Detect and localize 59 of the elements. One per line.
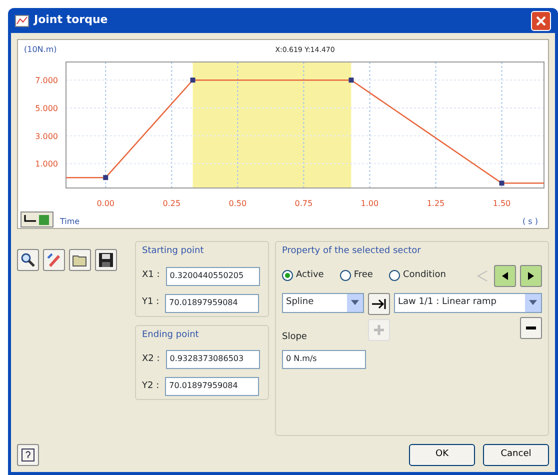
field-label: X1 : (142, 269, 160, 282)
previous-button[interactable] (494, 264, 516, 286)
y-unit-label: (10N.m) (24, 45, 57, 54)
arrow-to-bar-icon (372, 298, 386, 308)
x-tick-label: 0.50 (228, 199, 247, 208)
group-title: Ending point (142, 328, 200, 342)
y-tick-label: 3.000 (35, 132, 58, 141)
input-field[interactable]: 0.9328373086503 (166, 350, 260, 369)
caret-icon (529, 300, 537, 306)
control-point[interactable] (348, 78, 354, 83)
time-axis-label: Time (60, 217, 80, 226)
dialog-button[interactable]: OK (409, 444, 475, 466)
help-icon (21, 448, 35, 462)
caret-icon (351, 300, 359, 306)
dropdown[interactable]: Spline (282, 292, 364, 312)
field-label: X2 : (142, 352, 160, 366)
input-field[interactable]: 70.01897959084 (165, 377, 260, 396)
y-tick-label: 5.000 (35, 104, 58, 113)
right-triangle-icon (526, 270, 536, 280)
y-tick-label: 1.000 (35, 160, 58, 169)
field-label: Y2 : (142, 380, 160, 393)
radio-option[interactable]: Active (282, 268, 324, 282)
save-button[interactable] (95, 249, 117, 271)
radio-option[interactable]: Free (340, 268, 373, 282)
app-icon (15, 14, 29, 26)
control-point[interactable] (190, 78, 196, 83)
dropdown[interactable]: Law 1/1 : Linear ramp (394, 292, 542, 312)
input-field[interactable]: 0.3200440550205 (166, 266, 260, 286)
axis-toggle-icon[interactable] (20, 212, 54, 228)
control-point[interactable] (499, 180, 504, 186)
x-unit-label: ( s ) (522, 217, 538, 226)
x-tick-label: 1.00 (360, 199, 379, 208)
x-tick-label: 1.25 (426, 199, 445, 208)
insert-button[interactable] (368, 292, 390, 314)
slope-field[interactable]: 0 N.m/s (282, 350, 366, 369)
window-title: Joint torque (34, 12, 108, 28)
x-tick-label: 0.25 (162, 199, 181, 208)
field-label: Y1 : (142, 296, 160, 310)
next-button[interactable] (520, 264, 542, 286)
magnifier-icon (20, 252, 36, 268)
y-tick-label: 7.000 (35, 76, 58, 86)
slope-label: Slope (282, 330, 308, 344)
control-point[interactable] (103, 175, 108, 180)
group-title: Starting point (142, 245, 205, 258)
dialog-button[interactable]: Cancel (483, 444, 549, 466)
remove-button[interactable] (520, 316, 542, 338)
x-tick-label: 1.50 (492, 199, 511, 208)
plus-icon (373, 324, 385, 336)
left-triangle-icon (500, 270, 510, 280)
input-field[interactable]: 70.01897959084 (165, 294, 260, 312)
folder-button[interactable] (69, 249, 91, 271)
close-icon (536, 16, 546, 26)
close-button[interactable] (531, 10, 551, 30)
zoom-button[interactable] (17, 249, 39, 271)
x-tick-label: 0.00 (96, 199, 115, 208)
x-tick-label: 0.75 (294, 199, 313, 208)
group-title: Property of the selected sector (282, 245, 422, 258)
help-button[interactable] (17, 444, 39, 466)
radio-option[interactable]: Condition (388, 268, 446, 282)
